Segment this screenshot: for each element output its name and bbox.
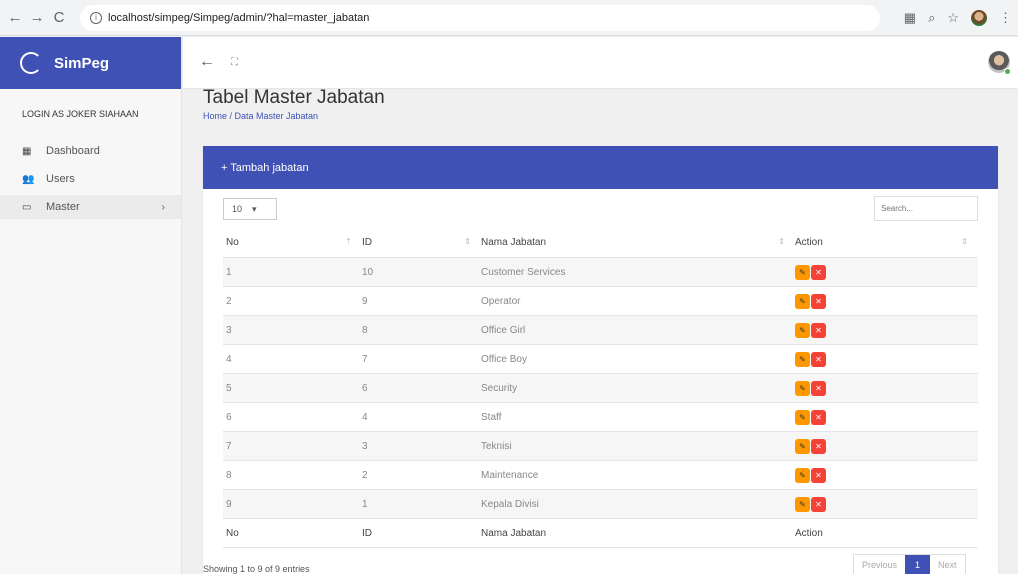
- delete-icon[interactable]: ✕: [811, 293, 826, 309]
- translate-icon[interactable]: ▦: [904, 10, 916, 26]
- length-value: 10: [232, 204, 243, 214]
- brand[interactable]: SimPeg: [0, 37, 181, 89]
- table-row: 5 6 Security ✎ ✕: [223, 374, 978, 403]
- sort-icon: ⇕: [778, 237, 785, 246]
- sidebar-item-dashboard[interactable]: ▦ Dashboard: [0, 139, 181, 163]
- zoom-icon[interactable]: ⌕: [928, 10, 935, 26]
- table-row: 1 10 Customer Services ✎ ✕: [223, 258, 978, 287]
- sidebar-item-label: Master: [46, 201, 80, 213]
- breadcrumb[interactable]: Home / Data Master Jabatan: [203, 111, 318, 121]
- card-header: + Tambah jabatan: [203, 146, 998, 189]
- table-row: 3 8 Office Girl ✎ ✕: [223, 316, 978, 345]
- edit-icon[interactable]: ✎: [795, 322, 810, 338]
- table-row: 7 3 Teknisi ✎ ✕: [223, 432, 978, 461]
- delete-icon[interactable]: ✕: [811, 496, 826, 512]
- browser-toolbar: ← → C i localhost/simpeg/Simpeg/admin/?h…: [0, 0, 1018, 36]
- table-row: 4 7 Office Boy ✎ ✕: [223, 345, 978, 374]
- delete-icon[interactable]: ✕: [811, 322, 826, 338]
- delete-icon[interactable]: ✕: [811, 380, 826, 396]
- fullscreen-icon[interactable]: ⛶: [231, 57, 238, 68]
- page-title: Tabel Master Jabatan: [203, 87, 385, 108]
- url-text: localhost/simpeg/Simpeg/admin/?hal=maste…: [108, 11, 370, 24]
- folder-icon: ▭: [22, 201, 32, 213]
- entries-info: Showing 1 to 9 of 9 entries: [203, 564, 310, 574]
- edit-icon[interactable]: ✎: [795, 293, 810, 309]
- sidebar: SimPeg LOGIN AS JOKER SIAHAAN ▦ Dashboar…: [0, 37, 182, 574]
- edit-icon[interactable]: ✎: [795, 380, 810, 396]
- edit-icon[interactable]: ✎: [795, 438, 810, 454]
- column-header-no[interactable]: No ⇡: [223, 237, 362, 248]
- delete-icon[interactable]: ✕: [811, 467, 826, 483]
- edit-icon[interactable]: ✎: [795, 467, 810, 483]
- chevron-right-icon: ›: [161, 201, 165, 213]
- delete-icon[interactable]: ✕: [811, 264, 826, 280]
- search-input[interactable]: [874, 196, 978, 221]
- previous-button[interactable]: Previous: [854, 555, 906, 574]
- column-header-id[interactable]: ID ⇕: [362, 237, 481, 248]
- delete-icon[interactable]: ✕: [811, 438, 826, 454]
- users-icon: 👥: [22, 173, 35, 185]
- dashboard-icon: ▦: [22, 145, 32, 157]
- sort-icon: ⇕: [464, 237, 471, 246]
- login-as-label: LOGIN AS JOKER SIAHAAN: [22, 109, 139, 119]
- table-row: 6 4 Staff ✎ ✕: [223, 403, 978, 432]
- entries-length-select[interactable]: 10 ▾: [223, 198, 277, 220]
- add-jabatan-button[interactable]: + Tambah jabatan: [221, 162, 309, 174]
- online-status-icon: [1004, 68, 1011, 75]
- edit-icon[interactable]: ✎: [795, 409, 810, 425]
- table-row: 8 2 Maintenance ✎ ✕: [223, 461, 978, 490]
- info-icon[interactable]: i: [90, 11, 102, 24]
- page-1-button[interactable]: 1: [905, 555, 931, 574]
- back-icon[interactable]: ←: [6, 9, 24, 26]
- sort-asc-icon: ⇡: [345, 237, 352, 246]
- delete-icon[interactable]: ✕: [811, 351, 826, 367]
- sidebar-item-label: Dashboard: [46, 145, 100, 157]
- pagination: Previous 1 Next: [853, 554, 966, 574]
- table-header-row: No ⇡ ID ⇕ Nama Jabatan ⇕ Action ⇕: [223, 228, 978, 258]
- top-navbar: ← ⛶: [183, 37, 1018, 89]
- jabatan-table: No ⇡ ID ⇕ Nama Jabatan ⇕ Action ⇕ 1 10 Custo…: [223, 228, 978, 548]
- table-footer-row: No ID Nama Jabatan Action: [223, 519, 978, 548]
- column-header-action[interactable]: Action ⇕: [795, 237, 978, 248]
- brand-logo-icon: [20, 52, 42, 74]
- sort-icon: ⇕: [961, 237, 968, 246]
- back-arrow-icon[interactable]: ←: [199, 53, 215, 71]
- table-card: + Tambah jabatan 10 ▾ No⇡ ID⇕ Nama Jabat…: [203, 146, 998, 574]
- sidebar-item-label: Users: [46, 173, 75, 185]
- address-bar[interactable]: i localhost/simpeg/Simpeg/admin/?hal=mas…: [80, 4, 880, 31]
- brand-name: SimPeg: [54, 54, 110, 72]
- chevron-down-icon: ▾: [252, 203, 257, 214]
- reload-icon[interactable]: C: [50, 9, 68, 26]
- delete-icon[interactable]: ✕: [811, 409, 826, 425]
- sidebar-item-users[interactable]: 👥 Users: [0, 167, 181, 191]
- next-button[interactable]: Next: [930, 555, 965, 574]
- table-row: 2 9 Operator ✎ ✕: [223, 287, 978, 316]
- edit-icon[interactable]: ✎: [795, 351, 810, 367]
- sidebar-item-master[interactable]: ▭ Master ›: [0, 195, 181, 219]
- profile-icon[interactable]: [971, 10, 987, 26]
- star-icon[interactable]: ☆: [947, 10, 959, 26]
- column-header-nama[interactable]: Nama Jabatan ⇕: [481, 237, 795, 248]
- edit-icon[interactable]: ✎: [795, 496, 810, 512]
- table-row: 9 1 Kepala Divisi ✎ ✕: [223, 490, 978, 519]
- forward-icon[interactable]: →: [28, 9, 46, 26]
- menu-icon[interactable]: ⋮: [999, 10, 1012, 26]
- edit-icon[interactable]: ✎: [795, 264, 810, 280]
